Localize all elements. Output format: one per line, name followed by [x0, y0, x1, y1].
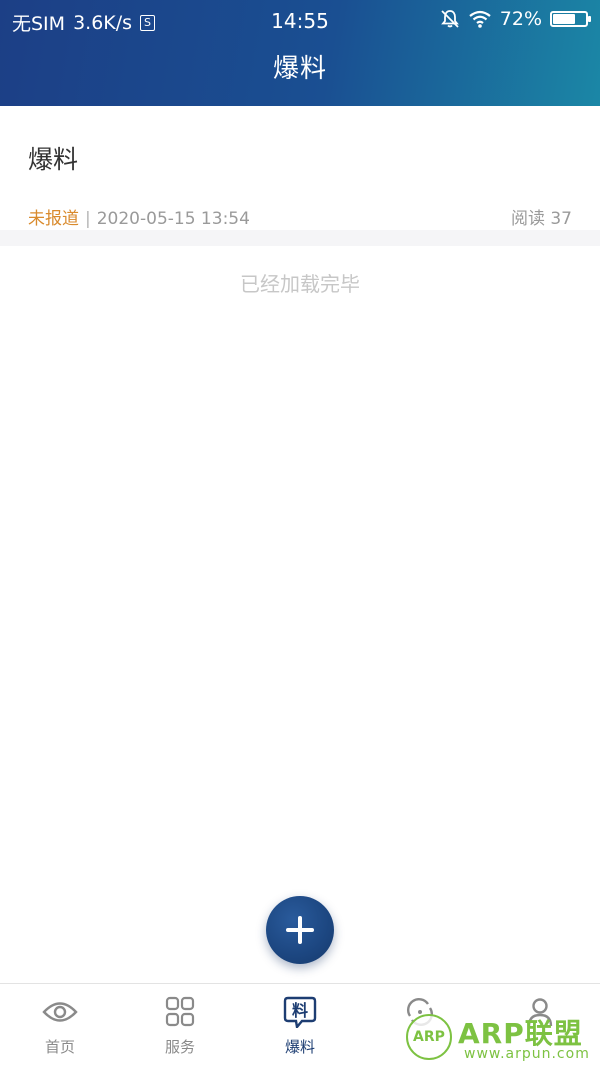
app-screen: 无SIM 3.6K/s S 14:55 72% 爆料 爆料 未报道 | 2020… — [0, 0, 600, 1067]
watermark-url: www.arpun.com — [464, 1046, 590, 1062]
add-tip-button[interactable] — [266, 896, 334, 964]
watermark-logo: ARP ARP联盟 www.arpun.com — [402, 1010, 598, 1066]
grid-icon — [165, 996, 195, 1027]
news-datetime: 2020-05-15 13:54 — [96, 209, 250, 229]
meta-separator: | — [85, 209, 91, 229]
status-badge: 未报道 — [28, 209, 79, 229]
battery-percent: 72% — [499, 8, 542, 30]
watermark-badge: ARP — [406, 1014, 452, 1060]
app-header: 无SIM 3.6K/s S 14:55 72% 爆料 — [0, 0, 600, 106]
load-complete-message: 已经加载完毕 — [240, 272, 360, 296]
nav-label-tips: 爆料 — [284, 1038, 315, 1056]
nav-label-home: 首页 — [44, 1038, 75, 1056]
battery-icon — [550, 11, 591, 27]
page-title: 爆料 — [272, 54, 327, 84]
wifi-icon — [469, 10, 491, 28]
nav-label-services: 服务 — [164, 1038, 195, 1056]
list-item[interactable]: 爆料 未报道 | 2020-05-15 13:54 阅读 37 — [0, 106, 600, 246]
nav-item-home[interactable]: 首页 — [0, 984, 120, 1067]
news-meta: 未报道 | 2020-05-15 13:54 阅读 37 — [28, 204, 572, 229]
status-right: 72% — [440, 8, 591, 30]
tip-icon-glyph: 料 — [292, 1001, 308, 1020]
plus-icon — [286, 916, 314, 944]
feed-content[interactable]: 爆料 未报道 | 2020-05-15 13:54 阅读 37 已经加载完毕 — [0, 106, 600, 297]
news-title[interactable]: 爆料 — [28, 106, 572, 176]
battery-level-fill — [553, 14, 576, 24]
read-count: 阅读 37 — [510, 209, 572, 229]
tip-bubble-icon: 料 — [283, 996, 317, 1028]
nav-item-services[interactable]: 服务 — [120, 984, 240, 1067]
nav-item-tips[interactable]: 料 爆料 — [240, 984, 360, 1067]
bell-muted-icon — [440, 10, 459, 28]
status-bar: 无SIM 3.6K/s S 14:55 72% — [0, 0, 600, 40]
eye-icon — [42, 1002, 78, 1022]
